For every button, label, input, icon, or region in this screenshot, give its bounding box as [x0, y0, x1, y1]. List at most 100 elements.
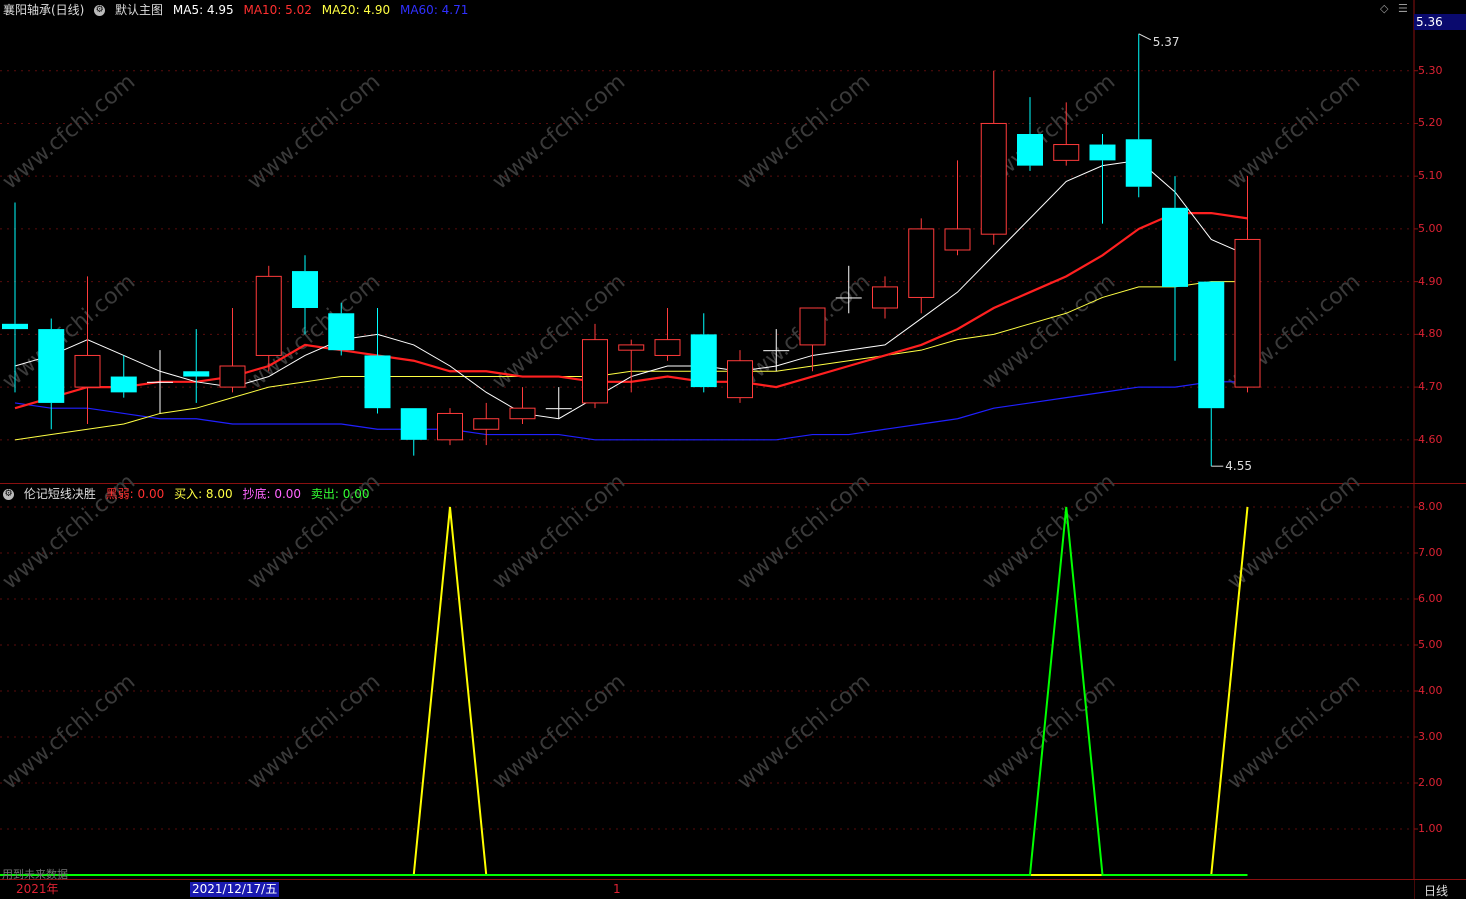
candlestick	[618, 339, 645, 393]
candlestick	[400, 408, 427, 456]
cursor-date-label: 2021/12/17/五	[190, 882, 280, 897]
candle-body	[908, 228, 935, 298]
price-tick-label: 4.80	[1418, 327, 1443, 341]
indicator-header: ⚙ 伦记短线决胜 黑弱: 0.00 买入: 8.00 抄底: 0.00 卖出: …	[3, 485, 375, 503]
watermark-text: www.cfchi.com	[488, 469, 630, 594]
candle-body	[980, 122, 1007, 235]
main-chart-header: 襄阳轴承(日线) ⚙ 默认主图 MA5: 4.95 MA10: 5.02 MA2…	[3, 1, 474, 19]
watermark-text: www.cfchi.com	[243, 69, 385, 194]
chart-canvas[interactable]: www.cfchi.com www.cfchi.com www.cfchi.com w…	[0, 0, 1466, 899]
indicator-tick-label: 7.00	[1418, 546, 1443, 559]
ma10-value: MA10: 5.02	[243, 3, 312, 17]
watermark-text: www.cfchi.com	[733, 69, 875, 194]
watermark-text: www.cfchi.com	[0, 669, 140, 794]
candlestick	[473, 402, 500, 446]
price-tick-label: 5.30	[1418, 63, 1443, 77]
candlestick	[1125, 33, 1152, 198]
price-tick-label: 4.60	[1418, 432, 1443, 446]
high-arrow	[1138, 33, 1151, 41]
candle-body	[835, 297, 862, 299]
buy-value: 买入: 8.00	[174, 487, 233, 501]
candle-body	[473, 418, 500, 430]
candle-body	[618, 344, 645, 351]
candlestick	[908, 218, 935, 314]
candle-body	[690, 334, 717, 388]
candlestick	[872, 276, 898, 319]
candlestick	[690, 313, 717, 393]
candlestick	[364, 308, 391, 414]
candle-body	[654, 339, 681, 356]
candle-body	[1089, 144, 1116, 161]
candlestick	[980, 70, 1007, 245]
black-horse-value: 黑弱: 0.00	[105, 487, 165, 501]
price-tick-label: 5.10	[1418, 169, 1443, 183]
indicator-tick-label: 5.00	[1418, 638, 1443, 651]
candlestick	[1234, 176, 1261, 393]
candle-body	[763, 350, 790, 352]
high-price-label: 5.37	[1153, 35, 1180, 49]
candle-body	[1053, 144, 1080, 161]
candle-body	[364, 355, 391, 409]
candlestick	[38, 318, 65, 430]
watermark-text: www.cfchi.com	[733, 669, 875, 794]
indicator-gear-icon[interactable]: ⚙	[3, 489, 14, 500]
candlestick	[582, 323, 608, 409]
candle-body	[1162, 207, 1188, 287]
watermark-text: www.cfchi.com	[488, 669, 630, 794]
price-tick-label: 4.70	[1418, 380, 1443, 394]
candle-body	[255, 275, 282, 356]
candle-body	[437, 412, 463, 441]
candlestick	[509, 387, 536, 424]
candle-body	[1234, 238, 1261, 388]
indicator-tick-label: 2.00	[1418, 776, 1443, 789]
watermark-text: www.cfchi.com	[0, 269, 140, 394]
candle-body	[1125, 139, 1152, 187]
candle-body	[1198, 281, 1225, 409]
candle-body	[183, 371, 210, 377]
stock-chart-window: www.cfchi.com www.cfchi.com www.cfchi.com w…	[0, 0, 1466, 899]
settings-gear-icon[interactable]: ⚙	[94, 5, 106, 16]
candlestick	[110, 355, 137, 398]
indicator-tick-label: 1.00	[1418, 822, 1443, 835]
candle-body	[110, 376, 137, 393]
sell-value: 卖出: 0.00	[310, 487, 370, 501]
menu-icon[interactable]: ☰	[1398, 2, 1408, 15]
candle-body	[799, 307, 826, 346]
candlestick	[437, 408, 463, 446]
candle-body	[2, 323, 28, 330]
diamond-toggle-icon[interactable]: ◇	[1380, 2, 1388, 15]
candle-body	[147, 381, 173, 383]
watermark-text: www.cfchi.com	[978, 469, 1120, 594]
candle-body	[292, 271, 318, 308]
candle-body	[872, 286, 898, 309]
ma20-value: MA20: 4.90	[321, 3, 391, 17]
watermark-text: www.cfchi.com	[1223, 69, 1365, 194]
candlestick	[147, 350, 173, 414]
candle-body	[727, 360, 753, 399]
current-price-box: 5.36	[1414, 14, 1466, 30]
watermark-text: www.cfchi.com	[978, 269, 1120, 394]
candle-body	[944, 228, 971, 251]
candlestick	[799, 307, 826, 372]
stock-name[interactable]: 襄阳轴承(日线)	[3, 3, 84, 17]
candlestick	[727, 350, 753, 403]
candlestick	[1089, 134, 1116, 224]
chart-template-label[interactable]: 默认主图	[115, 3, 163, 17]
bottom-value: 抄底: 0.00	[242, 487, 302, 501]
candle-body	[74, 354, 101, 388]
indicator-tick-label: 8.00	[1418, 500, 1443, 513]
period-button[interactable]: 日线	[1424, 882, 1448, 899]
price-tick-label: 5.00	[1418, 221, 1443, 235]
candlestick	[183, 329, 210, 403]
candle-body	[545, 408, 572, 410]
year-label: 2021年	[16, 882, 59, 896]
candle-body	[509, 407, 536, 420]
low-price-label: 4.55	[1225, 459, 1252, 473]
price-tick-label: 4.90	[1418, 274, 1443, 288]
watermark-text: www.cfchi.com	[1223, 669, 1365, 794]
candle-body	[219, 365, 246, 388]
indicator-name[interactable]: 伦记短线决胜	[24, 487, 96, 501]
indicator-tick-label: 3.00	[1418, 730, 1443, 743]
indicator-tick-label: 6.00	[1418, 592, 1443, 605]
candle-body	[38, 329, 65, 403]
